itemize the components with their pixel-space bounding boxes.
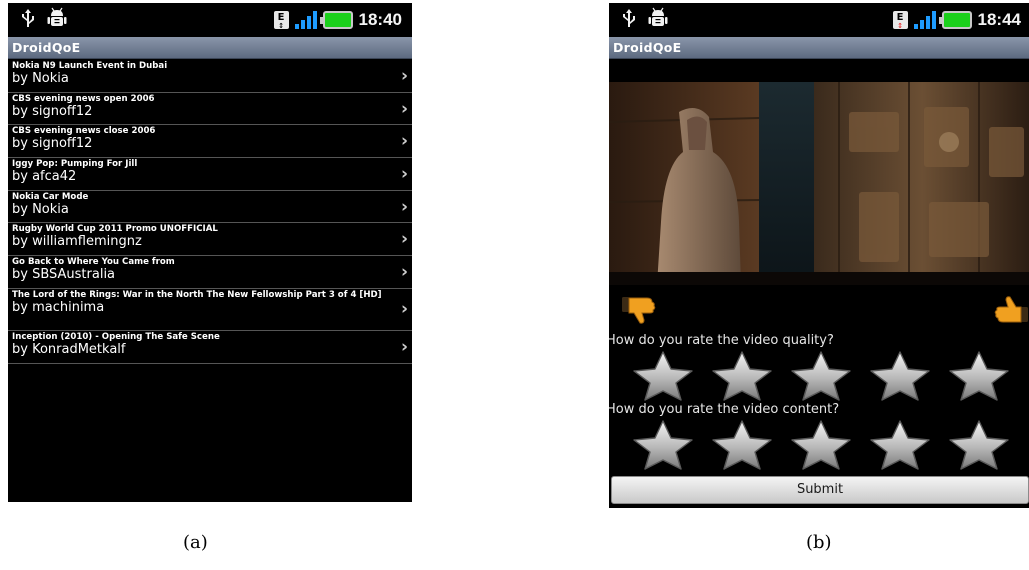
video-list-item[interactable]: Inception (2010) - Opening The Safe Scen… — [8, 331, 412, 364]
status-bar: E ↕ 18:40 — [8, 3, 412, 37]
video-title: CBS evening news open 2006 — [12, 93, 155, 104]
video-author: by machinima — [12, 299, 105, 315]
thumbs-row — [609, 295, 1029, 335]
video-title: Rugby World Cup 2011 Promo UNOFFICIAL — [12, 224, 218, 235]
video-author: by signoff12 — [12, 136, 93, 152]
usb-icon — [619, 8, 639, 32]
video-title: Inception (2010) - Opening The Safe Scen… — [12, 331, 220, 342]
video-author: by Nokia — [12, 71, 69, 86]
chevron-right-icon: › — [400, 163, 408, 184]
video-list-item[interactable]: CBS evening news close 2006 by signoff12… — [8, 125, 412, 159]
chevron-right-icon: › — [400, 261, 408, 282]
video-title: Nokia N9 Launch Event in Dubai — [12, 61, 168, 71]
battery-icon — [938, 11, 972, 29]
android-debug-icon — [46, 7, 68, 33]
quality-rating-stars — [631, 350, 1011, 402]
thumbs-down-icon[interactable] — [621, 295, 657, 329]
chevron-right-icon: › — [400, 131, 408, 152]
video-author: by signoff12 — [12, 103, 93, 119]
submit-button[interactable]: Submit — [611, 476, 1029, 504]
star-icon[interactable] — [868, 419, 932, 471]
video-list: Nokia N9 Launch Event in Dubai by Nokia … — [8, 60, 412, 364]
app-title: DroidQoE — [609, 37, 1029, 59]
video-list-item[interactable]: Nokia N9 Launch Event in Dubai by Nokia … — [8, 60, 412, 93]
video-title: The Lord of the Rings: War in the North … — [12, 289, 382, 300]
star-icon[interactable] — [631, 350, 695, 402]
caption-a: (a) — [183, 532, 208, 553]
android-debug-icon — [647, 7, 669, 33]
video-list-item[interactable]: Go Back to Where You Came from by SBSAus… — [8, 256, 412, 289]
star-icon[interactable] — [710, 419, 774, 471]
battery-icon — [319, 11, 353, 29]
chevron-right-icon: › — [400, 299, 408, 320]
video-title: Go Back to Where You Came from — [12, 257, 175, 268]
signal-bars-icon — [913, 11, 936, 29]
video-author: by afca42 — [12, 169, 77, 185]
video-list-item[interactable]: The Lord of the Rings: War in the North … — [8, 289, 412, 331]
clock: 18:40 — [358, 10, 402, 29]
chevron-right-icon: › — [400, 98, 408, 119]
network-type-icon: E ↕ — [892, 11, 908, 30]
thumbs-up-icon[interactable] — [993, 295, 1029, 329]
star-icon[interactable] — [947, 350, 1011, 402]
chevron-right-icon: › — [400, 229, 408, 250]
video-quality-question: How do you rate the video quality? — [609, 333, 834, 348]
star-icon[interactable] — [789, 419, 853, 471]
chevron-right-icon: › — [400, 196, 408, 217]
video-author: by Nokia — [12, 201, 69, 217]
star-icon[interactable] — [631, 419, 695, 471]
chevron-right-icon: › — [400, 336, 408, 357]
star-icon[interactable] — [868, 350, 932, 402]
signal-bars-icon — [294, 11, 317, 29]
star-icon[interactable] — [789, 350, 853, 402]
video-author: by SBSAustralia — [12, 267, 116, 283]
video-title: Nokia Car Mode — [12, 191, 89, 202]
video-content-question: How do you rate the video content? — [609, 402, 840, 417]
star-icon[interactable] — [710, 350, 774, 402]
video-list-item[interactable]: Nokia Car Mode by Nokia › — [8, 191, 412, 224]
network-type-icon: E ↕ — [273, 11, 289, 30]
caption-b: (b) — [806, 532, 832, 553]
video-author: by williamflemingnz — [12, 234, 142, 250]
usb-icon — [18, 8, 38, 32]
content-rating-stars — [631, 419, 1011, 471]
video-title: Iggy Pop: Pumping For Jill — [12, 159, 138, 170]
clock: 18:44 — [977, 10, 1021, 29]
video-list-item[interactable]: CBS evening news open 2006 by signoff12 … — [8, 93, 412, 126]
status-bar: E ↕ 18:44 — [609, 3, 1029, 37]
star-icon[interactable] — [947, 419, 1011, 471]
video-list-item[interactable]: Iggy Pop: Pumping For Jill by afca42 › — [8, 158, 412, 191]
video-list-item[interactable]: Rugby World Cup 2011 Promo UNOFFICIAL by… — [8, 223, 412, 257]
rating-screen: E ↕ 18:44 DroidQoE How do you rate the v… — [609, 3, 1029, 508]
video-player[interactable] — [609, 82, 1029, 285]
app-title: DroidQoE — [8, 37, 412, 59]
video-title: CBS evening news close 2006 — [12, 126, 156, 137]
chevron-right-icon: › — [400, 65, 408, 86]
video-list-screen: E ↕ 18:40 DroidQoE Nokia N9 Launch Event … — [8, 3, 412, 502]
video-author: by KonradMetkalf — [12, 341, 126, 357]
